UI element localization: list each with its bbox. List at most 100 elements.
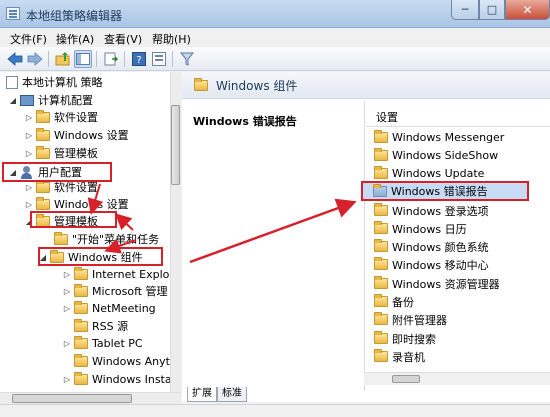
- expand-arrow-icon[interactable]: ▷: [62, 304, 72, 313]
- tree-label: "开始"菜单和任务: [72, 233, 160, 246]
- expand-arrow-icon[interactable]: ▷: [24, 149, 34, 158]
- menu-file[interactable]: 文件(F): [10, 31, 47, 47]
- list-item-label: Windows 登录选项: [392, 204, 489, 218]
- list-item[interactable]: Windows Messenger: [372, 129, 532, 146]
- tree-tablet-pc[interactable]: ▷ Tablet PC: [62, 335, 143, 351]
- tree-label: 软件设置: [54, 111, 98, 124]
- collapse-arrow-icon[interactable]: ◢: [8, 96, 18, 105]
- folder-icon: [36, 127, 50, 141]
- tree-rss[interactable]: RSS 源: [72, 318, 128, 334]
- policy-document-icon: [6, 75, 18, 89]
- detail-header: Windows 组件: [182, 72, 550, 99]
- tree-computer-config[interactable]: ◢ 计算机配置: [8, 92, 93, 108]
- toolbar: ?: [0, 47, 550, 71]
- tree-internet-explorer[interactable]: ▷ Internet Explor: [62, 266, 174, 282]
- tree-netmeeting[interactable]: ▷ NetMeeting: [62, 300, 156, 316]
- tab-extended[interactable]: 扩展: [187, 387, 217, 402]
- folder-icon: [36, 109, 50, 123]
- help-icon[interactable]: ?: [130, 50, 148, 68]
- folder-icon: [374, 276, 388, 289]
- folder-icon: [373, 183, 387, 197]
- list-item-selected[interactable]: Windows 错误报告: [361, 181, 529, 201]
- list-item[interactable]: Windows 颜色系统: [372, 238, 532, 255]
- tree-microsoft-mgmt[interactable]: ▷ Microsoft 管理: [62, 283, 168, 299]
- expand-arrow-icon[interactable]: ▷: [62, 270, 72, 279]
- tree-windows-settings-computer[interactable]: ▷ Windows 设置: [24, 127, 129, 143]
- back-arrow-icon[interactable]: [6, 50, 24, 68]
- settings-column-header[interactable]: 设置: [366, 107, 550, 127]
- list-item-label: Windows 移动中心: [392, 258, 489, 272]
- tree-windows-anytime[interactable]: Windows Anyti: [72, 353, 173, 369]
- folder-icon: [374, 239, 388, 252]
- forward-arrow-icon[interactable]: [26, 50, 44, 68]
- folder-icon: [74, 335, 88, 349]
- folder-icon: [374, 148, 388, 161]
- folder-icon: [194, 77, 208, 91]
- list-item[interactable]: Windows SideShow: [372, 147, 532, 164]
- svg-text:?: ?: [136, 55, 141, 66]
- expand-arrow-icon[interactable]: ▷: [62, 287, 72, 296]
- list-item[interactable]: 备份: [372, 293, 532, 310]
- tree-pane: 本地计算机 策略 ◢ 计算机配置 ▷ 软件设置 ▷ Windows 设置 ▷ 管理模板 …: [0, 72, 181, 392]
- menu-bar: 文件(F) 操作(A) 查看(V) 帮助(H): [0, 28, 550, 47]
- list-item[interactable]: 即时搜索: [372, 330, 532, 347]
- list-item[interactable]: Windows 移动中心: [372, 256, 532, 273]
- list-item-label: 附件管理器: [392, 313, 447, 327]
- tree-windows-settings-user[interactable]: ▷ Windows 设置: [24, 196, 129, 212]
- folder-icon: [74, 371, 88, 385]
- menu-view[interactable]: 查看(V): [104, 31, 142, 47]
- filter-icon[interactable]: [178, 50, 196, 68]
- list-item-label: Windows Update: [392, 167, 485, 180]
- tree-scroll-thumb[interactable]: [171, 105, 180, 185]
- expand-arrow-icon[interactable]: ▷: [62, 375, 72, 384]
- list-item[interactable]: Windows Update: [372, 165, 532, 182]
- description-title: Windows 错误报告: [193, 115, 297, 128]
- tree-software-settings-computer[interactable]: ▷ 软件设置: [24, 109, 98, 125]
- list-item[interactable]: Windows 日历: [372, 220, 532, 237]
- folder-icon: [36, 179, 50, 193]
- tree-start-menu[interactable]: "开始"菜单和任务: [52, 231, 159, 247]
- group-policy-editor-window: 本地组策略编辑器 ─ □ ✕ 文件(F) 操作(A) 查看(V) 帮助(H) ?: [0, 0, 550, 417]
- tree-admin-templates-computer[interactable]: ▷ 管理模板: [24, 145, 98, 161]
- list-item[interactable]: 附件管理器: [372, 311, 532, 328]
- folder-icon: [74, 300, 88, 314]
- list-item-label: Windows 颜色系统: [392, 240, 489, 254]
- minimize-button[interactable]: ─: [451, 0, 479, 20]
- list-item-label: 即时搜索: [392, 332, 436, 346]
- folder-icon: [74, 266, 88, 280]
- folder-icon: [36, 145, 50, 159]
- folder-icon: [54, 231, 68, 245]
- expand-arrow-icon[interactable]: ▷: [24, 113, 34, 122]
- expand-arrow-icon[interactable]: ▷: [24, 131, 34, 140]
- menu-help[interactable]: 帮助(H): [152, 31, 191, 47]
- close-button[interactable]: ✕: [505, 0, 550, 20]
- expand-arrow-icon[interactable]: ▷: [24, 200, 34, 209]
- annotation-box-admin-templates: [30, 211, 117, 228]
- list-hscroll-thumb[interactable]: [392, 375, 420, 383]
- folder-icon: [374, 257, 388, 270]
- show-hide-tree-icon[interactable]: [74, 50, 92, 68]
- export-list-icon[interactable]: [102, 50, 120, 68]
- folder-up-icon[interactable]: [54, 50, 72, 68]
- annotation-box-user-config: [2, 162, 112, 182]
- folder-icon: [74, 283, 88, 297]
- maximize-button[interactable]: □: [479, 0, 505, 20]
- title-bar[interactable]: 本地组策略编辑器 ─ □ ✕: [0, 0, 550, 28]
- expand-arrow-icon[interactable]: ▷: [62, 339, 72, 348]
- expand-arrow-icon[interactable]: ▷: [24, 183, 34, 192]
- folder-icon: [36, 196, 50, 210]
- properties-icon[interactable]: [150, 50, 168, 68]
- folder-icon: [74, 353, 88, 367]
- tree-label: Internet Explor: [92, 267, 174, 281]
- list-item[interactable]: Windows 资源管理器: [372, 275, 532, 292]
- tree-label: Windows 设置: [54, 129, 129, 142]
- folder-icon: [374, 166, 388, 179]
- tree-windows-install[interactable]: ▷ Windows Insta: [62, 371, 172, 387]
- list-item[interactable]: 录音机: [372, 348, 532, 365]
- tree-hscroll-thumb[interactable]: [12, 394, 132, 403]
- tab-standard[interactable]: 标准: [217, 387, 247, 402]
- menu-action[interactable]: 操作(A): [56, 31, 94, 47]
- list-item[interactable]: Windows 登录选项: [372, 202, 532, 219]
- status-bar: [0, 404, 550, 417]
- tree-root[interactable]: 本地计算机 策略: [4, 74, 103, 90]
